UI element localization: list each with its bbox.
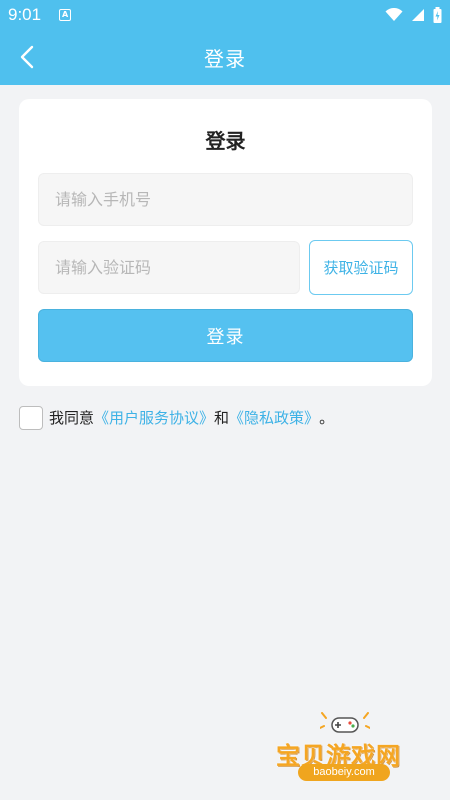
login-card-title: 登录 [205,129,246,153]
agreement-row: 我同意 《用户服务协议》 和 《隐私政策》 。 [19,405,334,430]
agreement-suffix: 。 [319,409,335,427]
battery-icon [433,7,442,23]
gamepad-icon [320,712,370,733]
status-icons [385,7,442,23]
page-title: 登录 [204,47,246,71]
user-agreement-link[interactable]: 《用户服务协议》 [94,407,214,428]
signal-icon [412,9,424,21]
a-notification-icon: A [59,9,72,21]
agreement-prefix: 我同意 [49,409,95,427]
agreement-conjunction: 和 [214,409,230,427]
login-button[interactable]: 登录 [38,309,413,362]
app-bar: 登录 [0,30,450,85]
status-bar: 9:01 A [0,0,450,30]
privacy-policy-link[interactable]: 《隐私政策》 [229,407,319,428]
login-card: 登录 获取验证码 登录 [19,99,432,386]
agreement-checkbox[interactable] [19,405,43,430]
verification-code-input[interactable] [38,241,300,294]
chevron-left-icon [20,45,34,69]
watermark-url: baobeiy.com [298,764,390,781]
watermark-logo: 宝贝游戏网 baobeiy.com [272,712,422,787]
back-button[interactable] [14,44,40,70]
phone-input[interactable] [38,173,413,226]
status-time: 9:01 [8,5,42,24]
wifi-icon [385,8,403,21]
get-code-button[interactable]: 获取验证码 [309,240,413,295]
